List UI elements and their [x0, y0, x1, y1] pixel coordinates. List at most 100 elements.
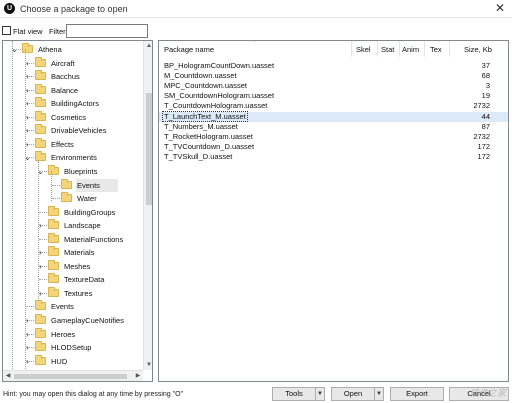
scroll-up-icon[interactable]: ▲	[144, 41, 152, 51]
toolbar: Flat view Filter	[0, 22, 512, 40]
open-button[interactable]: Open	[331, 387, 375, 401]
column-separator	[377, 41, 378, 57]
column-tex[interactable]: Tex	[430, 45, 442, 54]
tree-item-label: Landscape	[64, 221, 101, 231]
column-separator	[424, 41, 425, 57]
tree-connector	[39, 211, 47, 213]
tree-horizontal-scrollbar[interactable]: ◀ ▶	[3, 370, 143, 381]
package-size: 2732	[473, 101, 490, 111]
folder-tree[interactable]: ⌄ Athena › Aircraft › Bacchus › Balance › Buildin…	[2, 40, 153, 382]
tree-item-label: Water	[77, 194, 97, 204]
tree-item-label: Blueprints	[64, 166, 98, 176]
package-row[interactable]: T_TVSkull_D.uasset 172	[159, 152, 508, 162]
tree-connector	[39, 279, 47, 281]
column-anim[interactable]: Anim	[402, 45, 419, 54]
package-row[interactable]: SM_CountdownHologram.uasset 19	[159, 91, 508, 101]
package-row[interactable]: MPC_Countdown.uasset 3	[159, 81, 508, 91]
package-row[interactable]: T_RocketHologram.uasset 2732	[159, 132, 508, 142]
folder-icon	[48, 273, 59, 284]
folder-icon	[35, 151, 46, 162]
package-size: 19	[481, 91, 490, 101]
tree-item-label: GameplayCueNotifies	[51, 316, 124, 325]
tree-connector	[39, 238, 47, 240]
tree-guide-line	[51, 171, 52, 201]
tree-item-label: Athena	[38, 45, 62, 54]
folder-icon	[35, 124, 46, 135]
package-size: 68	[481, 71, 490, 81]
column-skel[interactable]: Skel	[356, 45, 371, 54]
column-separator	[351, 41, 352, 57]
folder-icon	[48, 205, 59, 216]
tree-item-label: DrivableVehicles	[51, 126, 107, 136]
package-name: BP_HologramCountDown.uasset	[164, 61, 275, 70]
tree-item-label: Textures	[64, 288, 93, 298]
tree-connector	[52, 184, 60, 186]
package-name: T_TVSkull_D.uasset	[164, 151, 233, 161]
package-name: T_CountdownHologram.uasset	[164, 101, 268, 111]
package-list[interactable]: ^ Package name Skel Stat Anim Tex Size, …	[158, 40, 509, 382]
package-row[interactable]: M_Countdown.uasset 68	[159, 71, 508, 81]
open-dropdown-icon[interactable]: ▼	[375, 387, 384, 401]
tools-dropdown-icon[interactable]: ▼	[316, 387, 325, 401]
folder-icon	[22, 43, 33, 53]
folder-icon	[48, 286, 59, 297]
tree-vertical-scrollbar[interactable]: ▲ ▼	[143, 41, 152, 370]
folder-icon	[35, 314, 46, 324]
tree-item-label: Environments	[51, 153, 97, 163]
package-size: 3	[485, 81, 490, 91]
package-row[interactable]: BP_HologramCountDown.uasset 37	[159, 61, 508, 71]
package-name: T_TVCountdown_D.uasset	[164, 141, 255, 151]
scroll-down-icon[interactable]: ▼	[144, 360, 152, 370]
column-package-name[interactable]: Package name	[164, 45, 214, 54]
package-size: 37	[481, 61, 490, 70]
hint-text: Hint: you may open this dialog at any ti…	[3, 391, 184, 398]
scroll-right-icon[interactable]: ▶	[133, 371, 143, 381]
scroll-thumb[interactable]	[146, 93, 152, 205]
package-size: 172	[477, 151, 490, 161]
tree-item-label: HUD	[51, 356, 68, 366]
tree-item-label: Events	[77, 180, 100, 190]
unreal-logo-icon: U	[4, 3, 15, 14]
folder-icon	[35, 70, 46, 81]
close-icon[interactable]: ✕	[492, 1, 508, 16]
tree-item-label: BuildingActors	[51, 99, 99, 109]
flat-view-checkbox[interactable]	[2, 26, 11, 35]
package-row[interactable]: T_CountdownHologram.uasset 2732	[159, 101, 508, 111]
folder-icon	[35, 56, 46, 67]
scroll-left-icon[interactable]: ◀	[3, 371, 13, 381]
flat-view-label: Flat view	[13, 27, 43, 36]
package-name: M_Countdown.uasset	[164, 71, 237, 81]
folder-icon	[48, 164, 59, 175]
tree-connector	[26, 306, 34, 308]
package-row[interactable]: T_LaunchText_M.uasset 44	[159, 110, 508, 122]
filter-label: Filter	[49, 27, 66, 36]
package-row[interactable]: T_Numbers_M.uasset 87	[159, 122, 508, 132]
watermark: 插件之家	[469, 388, 506, 398]
tree-item-label: Materials	[64, 248, 95, 258]
folder-icon	[35, 300, 46, 311]
sort-ascending-icon: ^	[253, 40, 257, 46]
package-row[interactable]: T_TVCountdown_D.uasset 172	[159, 142, 508, 152]
tree-item-label: BuildingGroups	[64, 207, 116, 217]
package-size: 172	[477, 141, 490, 151]
tools-button[interactable]: Tools	[272, 387, 316, 401]
horizontal-scroll-thumb[interactable]	[14, 374, 127, 379]
tree-item-label: MaterialFunctions	[64, 234, 124, 244]
title-bar: U Choose a package to open ✕	[0, 0, 512, 18]
package-name: MPC_Countdown.uasset	[164, 81, 247, 91]
filter-input[interactable]	[66, 24, 148, 38]
export-button[interactable]: Export	[390, 387, 444, 401]
column-separator	[399, 41, 400, 57]
folder-icon	[48, 232, 59, 243]
window-title: Choose a package to open	[20, 4, 128, 14]
column-size[interactable]: Size, Kb	[464, 45, 492, 54]
folder-icon	[35, 97, 46, 108]
tree-item-label: Aircraft	[51, 58, 75, 68]
package-name: T_RocketHologram.uasset	[164, 131, 253, 141]
list-header: ^ Package name Skel Stat Anim Tex Size, …	[159, 41, 508, 57]
folder-icon	[35, 341, 46, 352]
tree-item-label: Balance	[51, 85, 79, 95]
column-stat[interactable]: Stat	[381, 45, 394, 54]
folder-icon	[48, 246, 59, 257]
folder-icon	[61, 192, 72, 203]
